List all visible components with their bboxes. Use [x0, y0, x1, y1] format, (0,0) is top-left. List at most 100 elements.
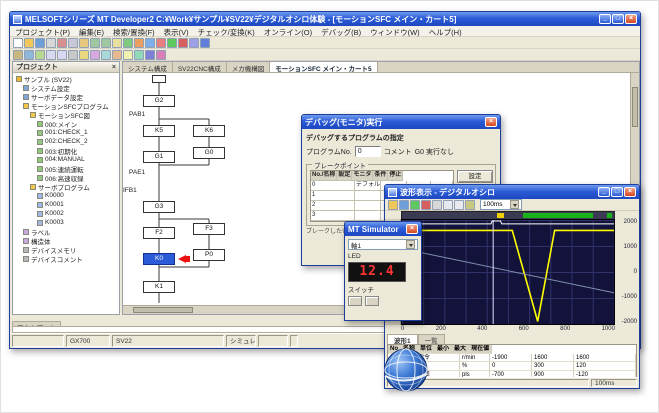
- minimize-button[interactable]: _: [599, 14, 611, 24]
- sfc-node[interactable]: K1: [143, 281, 175, 293]
- toolbar-icon[interactable]: [101, 50, 111, 60]
- scope-toolbar-icon[interactable]: [399, 200, 409, 210]
- scope-toolbar-icon[interactable]: [421, 200, 431, 210]
- sfc-node[interactable]: G0: [193, 147, 225, 159]
- scope-maximize-button[interactable]: □: [611, 187, 623, 197]
- toolbar-icon[interactable]: [24, 38, 34, 48]
- editor-tab[interactable]: SV22CNC構成: [173, 62, 227, 72]
- simulator-close-button[interactable]: ×: [406, 224, 418, 234]
- toolbar-icon[interactable]: [167, 38, 177, 48]
- scope-toolbar-icon[interactable]: [465, 200, 475, 210]
- tree-item[interactable]: サーボプログラム: [13, 182, 119, 191]
- toolbar-icon[interactable]: [79, 50, 89, 60]
- toolbar-icon[interactable]: [123, 38, 133, 48]
- toolbar-icon[interactable]: [68, 38, 78, 48]
- toolbar-icon[interactable]: [46, 50, 56, 60]
- editor-tab[interactable]: メカ機構図: [227, 62, 271, 72]
- waveform-chart[interactable]: [401, 219, 615, 325]
- scope-toolbar-icon[interactable]: [454, 200, 464, 210]
- toolbar-icon[interactable]: [79, 38, 89, 48]
- toolbar-icon[interactable]: [57, 38, 67, 48]
- sfc-node[interactable]: G2: [143, 95, 175, 107]
- toolbar-icon[interactable]: [156, 38, 166, 48]
- toolbar-icon[interactable]: [24, 50, 34, 60]
- tree-item[interactable]: デバイスコメント: [13, 254, 119, 263]
- menu-item[interactable]: オンライン(O): [264, 27, 312, 35]
- toolbar-icon[interactable]: [57, 50, 67, 60]
- menu-item[interactable]: 表示(V): [164, 27, 189, 35]
- sfc-node[interactable]: K0: [143, 253, 175, 265]
- toolbar-icon[interactable]: [178, 38, 188, 48]
- scope-minimize-button[interactable]: _: [598, 187, 610, 197]
- toolbar-icon[interactable]: [134, 50, 144, 60]
- toolbar-icon[interactable]: [101, 38, 111, 48]
- scope-titlebar[interactable]: 波形表示 - デジタルオシロ _ □ ×: [385, 185, 639, 199]
- toolbar-icon[interactable]: [112, 38, 122, 48]
- tree-item[interactable]: 001:CHECK_1: [13, 128, 119, 137]
- close-button[interactable]: ×: [625, 14, 637, 24]
- toolbar-icon[interactable]: [123, 50, 133, 60]
- timebase-combo[interactable]: 100ms: [480, 199, 522, 210]
- toolbar-icon[interactable]: [68, 50, 78, 60]
- scope-toolbar-icon[interactable]: [443, 200, 453, 210]
- maximize-button[interactable]: □: [612, 14, 624, 24]
- scope-toolbar-icon[interactable]: [432, 200, 442, 210]
- menu-item[interactable]: チェック/変換(K): [198, 27, 255, 35]
- toolbar-icon[interactable]: [13, 38, 23, 48]
- scope-tab[interactable]: 一覧: [418, 334, 445, 344]
- sfc-node[interactable]: K6: [193, 125, 225, 137]
- toolbar-icon[interactable]: [145, 38, 155, 48]
- dialog-titlebar[interactable]: デバッグ(モニタ)実行 ×: [302, 115, 500, 129]
- sfc-node[interactable]: F3: [193, 223, 225, 235]
- menu-item[interactable]: プロジェクト(P): [15, 27, 70, 35]
- sfc-node[interactable]: F2: [143, 227, 175, 239]
- dialog-close-button[interactable]: ×: [485, 117, 497, 127]
- sfc-node[interactable]: PAB1: [129, 111, 155, 119]
- toolbar-icon[interactable]: [35, 50, 45, 60]
- tree-item[interactable]: 003:初期化: [13, 146, 119, 155]
- program-no-field[interactable]: 0: [355, 146, 381, 157]
- tree-item[interactable]: K0001: [13, 200, 119, 209]
- toolbar-icon[interactable]: [13, 50, 23, 60]
- sfc-node[interactable]: P0: [193, 249, 225, 261]
- menu-item[interactable]: デバッグ(B): [321, 27, 361, 35]
- menu-item[interactable]: ヘルプ(H): [429, 27, 462, 35]
- tree-item[interactable]: 000:メイン: [13, 119, 119, 128]
- toolbar-icon[interactable]: [156, 50, 166, 60]
- main-titlebar[interactable]: MELSOFTシリーズ MT Developer2 C:¥Work¥サンプル¥S…: [10, 12, 640, 26]
- sfc-node[interactable]: K5: [143, 125, 175, 137]
- sfc-node[interactable]: G1: [143, 151, 175, 163]
- toolbar-icon[interactable]: [90, 50, 100, 60]
- sfc-node[interactable]: IFB1: [123, 187, 149, 195]
- tree-item[interactable]: K0002: [13, 209, 119, 218]
- simulator-titlebar[interactable]: MT Simulator ×: [345, 222, 421, 236]
- toolbar-icon[interactable]: [189, 38, 199, 48]
- tree-item[interactable]: ラベル: [13, 227, 119, 236]
- editor-tab[interactable]: システム構成: [123, 62, 173, 72]
- scope-toolbar-icon[interactable]: [410, 200, 420, 210]
- toolbar-icon[interactable]: [90, 38, 100, 48]
- toolbar-icon[interactable]: [145, 50, 155, 60]
- tree-item[interactable]: K0003: [13, 218, 119, 227]
- sfc-node[interactable]: G3: [143, 201, 175, 213]
- menu-item[interactable]: ウィンドウ(W): [370, 27, 420, 35]
- axis-select-combo[interactable]: 軸1: [348, 239, 418, 250]
- switch-button[interactable]: [348, 296, 362, 306]
- editor-tab[interactable]: モーションSFC メイン・カート5: [270, 62, 377, 72]
- bp-action-button[interactable]: 設定: [457, 170, 493, 183]
- scope-toolbar-icon[interactable]: [388, 200, 398, 210]
- sfc-node[interactable]: PAE1: [129, 169, 155, 177]
- panel-close-icon[interactable]: ×: [112, 64, 116, 71]
- menu-item[interactable]: 編集(E): [79, 27, 104, 35]
- scope-close-button[interactable]: ×: [624, 187, 636, 197]
- scope-tab[interactable]: 波形1: [387, 334, 418, 344]
- toolbar-icon[interactable]: [35, 38, 45, 48]
- toolbar-icon[interactable]: [134, 38, 144, 48]
- toolbar-icon[interactable]: [112, 50, 122, 60]
- toolbar-icon[interactable]: [46, 38, 56, 48]
- switch-button[interactable]: [365, 296, 379, 306]
- sfc-node[interactable]: [152, 75, 166, 83]
- toolbar-icon[interactable]: [200, 38, 210, 48]
- menu-item[interactable]: 検索/置換(F): [113, 27, 155, 35]
- tree-item[interactable]: K0000: [13, 191, 119, 200]
